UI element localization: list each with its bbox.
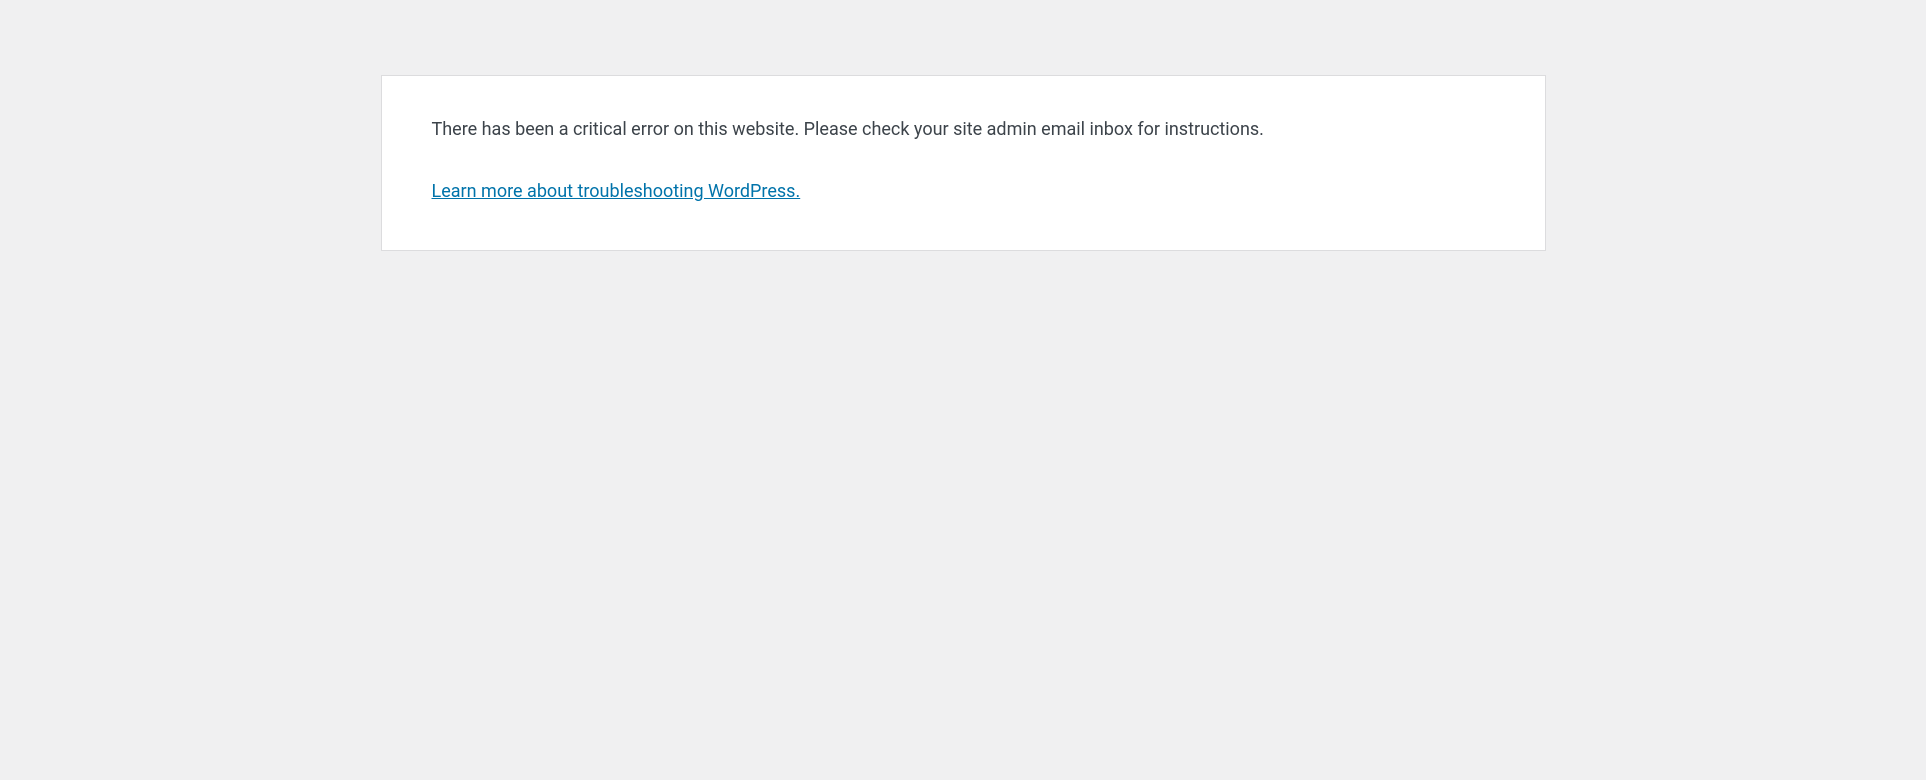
- error-message: There has been a critical error on this …: [432, 116, 1495, 143]
- error-container: There has been a critical error on this …: [381, 75, 1546, 251]
- troubleshoot-link[interactable]: Learn more about troubleshooting WordPre…: [432, 178, 801, 205]
